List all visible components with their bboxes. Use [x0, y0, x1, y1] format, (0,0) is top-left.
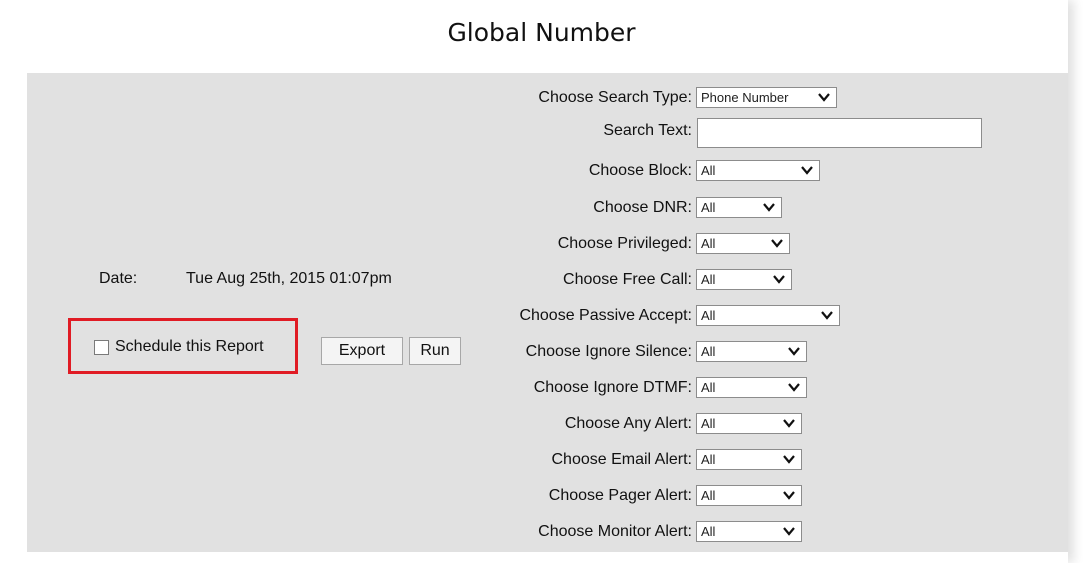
search-text-input[interactable]: [697, 118, 982, 148]
chevron-down-icon: [801, 166, 813, 175]
block-label: Choose Block:: [588, 162, 692, 179]
filter-row-dnr: Choose DNR: All: [27, 194, 1068, 221]
ignore-dtmf-value: All: [701, 380, 716, 395]
privileged-select[interactable]: All: [696, 233, 790, 254]
filter-row-any-alert: Choose Any Alert: All: [27, 410, 1068, 437]
filter-row-email-alert: Choose Email Alert: All: [27, 446, 1068, 473]
chevron-down-icon: [783, 455, 795, 464]
email-alert-select[interactable]: All: [696, 449, 802, 470]
passive-accept-select[interactable]: All: [696, 305, 840, 326]
search-type-value: Phone Number: [701, 90, 789, 105]
filter-row-search-text: Search Text:: [27, 117, 1068, 148]
dnr-label: Choose DNR:: [593, 199, 692, 216]
chevron-down-icon: [783, 491, 795, 500]
any-alert-select[interactable]: All: [696, 413, 802, 434]
privileged-value: All: [701, 236, 716, 251]
ignore-silence-select[interactable]: All: [696, 341, 807, 362]
chevron-down-icon: [788, 347, 800, 356]
block-select[interactable]: All: [696, 160, 820, 181]
filter-row-search-type: Choose Search Type: Phone Number: [27, 84, 1068, 111]
passive-accept-label: Choose Passive Accept:: [519, 307, 692, 324]
chevron-down-icon: [783, 527, 795, 536]
filter-row-free-call: Choose Free Call: All: [27, 266, 1068, 293]
report-panel: Date: Tue Aug 25th, 2015 01:07pm Schedul…: [27, 73, 1068, 552]
pager-alert-select[interactable]: All: [696, 485, 802, 506]
filter-row-pager-alert: Choose Pager Alert: All: [27, 482, 1068, 509]
ignore-dtmf-label: Choose Ignore DTMF:: [533, 379, 692, 396]
ignore-dtmf-select[interactable]: All: [696, 377, 807, 398]
pager-alert-value: All: [701, 488, 716, 503]
passive-accept-value: All: [701, 308, 716, 323]
chevron-down-icon: [783, 419, 795, 428]
filter-row-ignore-silence: Choose Ignore Silence: All: [27, 338, 1068, 365]
free-call-label: Choose Free Call:: [563, 271, 692, 288]
filter-row-passive-accept: Choose Passive Accept: All: [27, 302, 1068, 329]
free-call-select[interactable]: All: [696, 269, 792, 290]
free-call-value: All: [701, 272, 716, 287]
chevron-down-icon: [821, 311, 833, 320]
any-alert-label: Choose Any Alert:: [564, 415, 692, 432]
any-alert-value: All: [701, 416, 716, 431]
chevron-down-icon: [771, 239, 783, 248]
page-title: Global Number: [447, 18, 636, 47]
ignore-silence-label: Choose Ignore Silence:: [525, 343, 692, 360]
filter-row-ignore-dtmf: Choose Ignore DTMF: All: [27, 374, 1068, 401]
search-type-label: Choose Search Type:: [538, 89, 692, 106]
monitor-alert-label: Choose Monitor Alert:: [538, 523, 692, 540]
ignore-silence-value: All: [701, 344, 716, 359]
chevron-down-icon: [818, 93, 830, 102]
chevron-down-icon: [788, 383, 800, 392]
search-text-label: Search Text:: [603, 122, 692, 139]
block-value: All: [701, 163, 716, 178]
search-type-select[interactable]: Phone Number: [696, 87, 837, 108]
email-alert-label: Choose Email Alert:: [551, 451, 692, 468]
filter-row-block: Choose Block: All: [27, 157, 1068, 184]
chevron-down-icon: [773, 275, 785, 284]
monitor-alert-value: All: [701, 524, 716, 539]
privileged-label: Choose Privileged:: [557, 235, 692, 252]
dnr-select[interactable]: All: [696, 197, 782, 218]
dnr-value: All: [701, 200, 716, 215]
email-alert-value: All: [701, 452, 716, 467]
pager-alert-label: Choose Pager Alert:: [548, 487, 692, 504]
chevron-down-icon: [763, 203, 775, 212]
filter-row-monitor-alert: Choose Monitor Alert: All: [27, 518, 1068, 545]
monitor-alert-select[interactable]: All: [696, 521, 802, 542]
filter-row-privileged: Choose Privileged: All: [27, 230, 1068, 257]
